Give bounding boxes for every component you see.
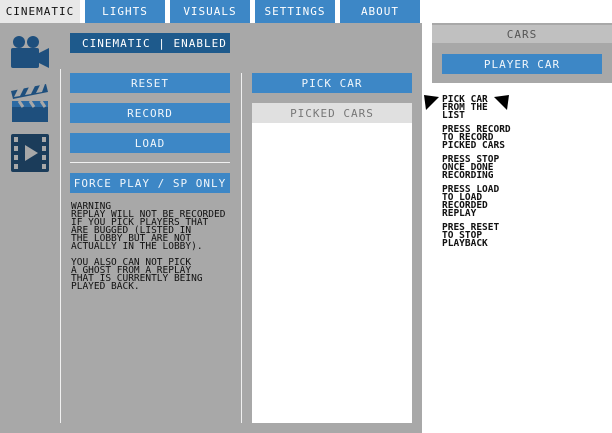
clapperboard-icon[interactable]: [10, 83, 50, 123]
tab-lights[interactable]: LIGHTS: [85, 0, 165, 23]
warning-text-ghost: YOU ALSO CAN NOT PICK A GHOST FROM A REP…: [71, 257, 203, 292]
instruction-reset: PRES RESET TO STOP PLAYBACK: [442, 222, 500, 249]
instruction-pick-car: PICK CAR FROM THE LIST: [442, 94, 488, 121]
reset-button[interactable]: RESET: [70, 73, 230, 93]
cinematic-panel: CINEMATIC | ENABLED RESET RECORD LOAD FO…: [0, 23, 422, 433]
tab-visuals[interactable]: VISUALS: [170, 0, 250, 23]
picked-cars-list[interactable]: [252, 123, 412, 423]
force-play-button[interactable]: FORCE PLAY / SP ONLY: [70, 173, 230, 193]
divider-middle: [241, 73, 242, 423]
cars-header: CARS: [432, 25, 612, 43]
tab-about[interactable]: ABOUT: [340, 0, 420, 23]
picked-cars-header: PICKED CARS: [252, 103, 412, 123]
cars-panel: CARS PLAYER CAR: [432, 23, 612, 83]
tab-bar: CINEMATIC LIGHTS VISUALS SETTINGS ABOUT: [0, 0, 612, 23]
record-button[interactable]: RECORD: [70, 103, 230, 123]
pick-car-button[interactable]: PICK CAR: [252, 73, 412, 93]
arrow-left-icon: [493, 95, 509, 111]
tab-settings[interactable]: SETTINGS: [255, 0, 335, 23]
divider-horizontal: [70, 162, 230, 163]
status-badge: CINEMATIC | ENABLED: [70, 33, 230, 53]
video-camera-icon[interactable]: [10, 33, 50, 71]
arrow-right-icon: [424, 95, 440, 111]
warning-text-bugged: REPLAY WILL NOT BE RECORDED IF YOU PICK …: [71, 209, 226, 252]
instruction-record: PRESS RECORD TO RECORD PICKED CARS: [442, 124, 511, 151]
instruction-load: PRESS LOAD TO LOAD RECORDED REPLAY: [442, 184, 500, 219]
film-play-icon[interactable]: [10, 133, 50, 173]
instruction-stop: PRESS STOP ONCE DONE RECORDING: [442, 154, 500, 181]
tab-cinematic[interactable]: CINEMATIC: [0, 0, 80, 23]
divider-left: [60, 69, 61, 423]
load-button[interactable]: LOAD: [70, 133, 230, 153]
player-car-button[interactable]: PLAYER CAR: [442, 54, 602, 74]
